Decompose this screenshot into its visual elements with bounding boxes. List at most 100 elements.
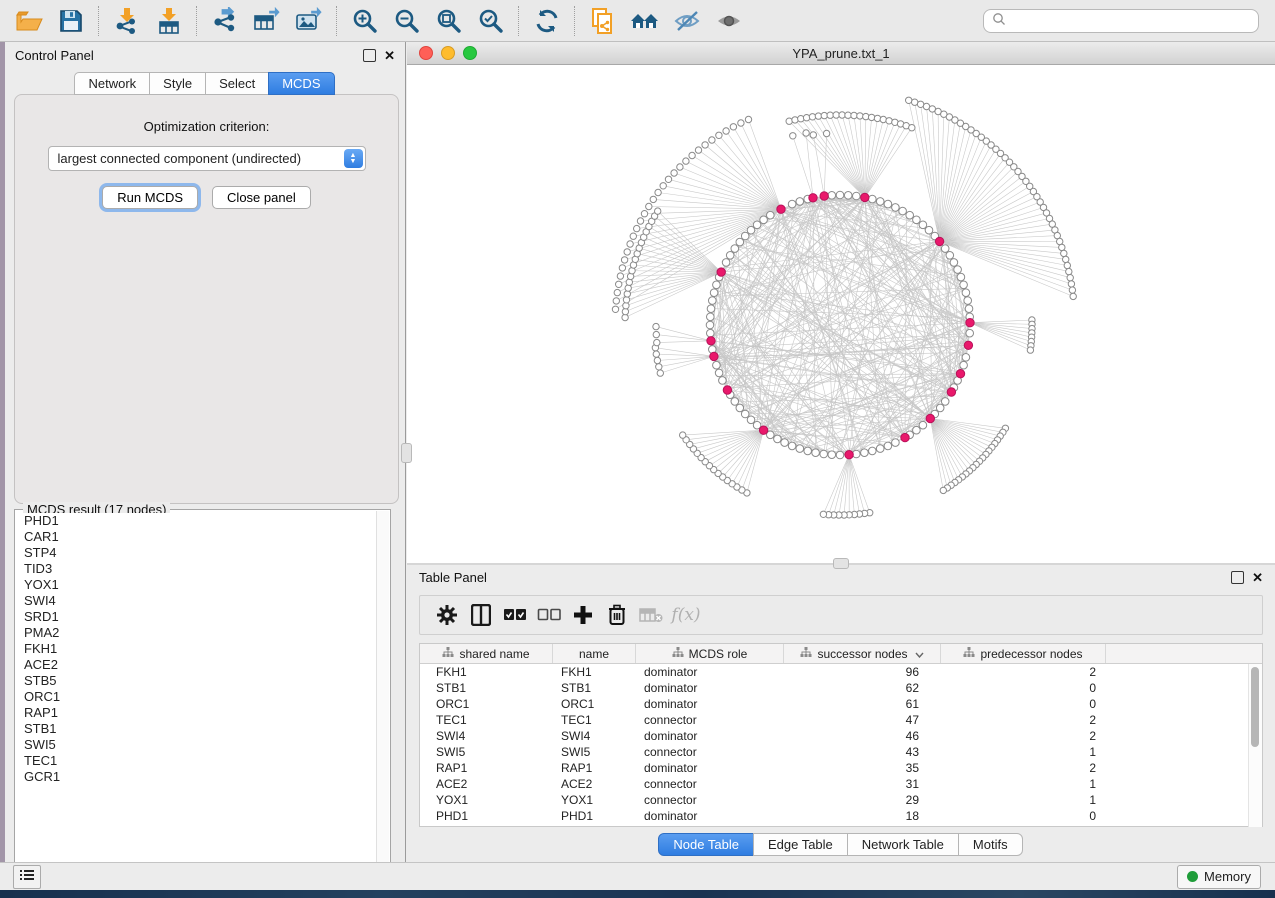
- show-all-icon[interactable]: [712, 6, 746, 36]
- network-graph[interactable]: [407, 65, 1275, 563]
- mcds-result-item[interactable]: SRD1: [16, 609, 377, 625]
- cell-mcds-role[interactable]: dominator: [636, 809, 784, 823]
- cell-successor-nodes[interactable]: 29: [784, 793, 941, 807]
- cell-name[interactable]: TEC1: [553, 713, 636, 727]
- cell-successor-nodes[interactable]: 61: [784, 697, 941, 711]
- cell-successor-nodes[interactable]: 43: [784, 745, 941, 759]
- mcds-result-item[interactable]: SWI5: [16, 737, 377, 753]
- cell-shared-name[interactable]: RAP1: [420, 761, 553, 775]
- cell-predecessor-nodes[interactable]: 0: [941, 681, 1106, 695]
- cell-shared-name[interactable]: SWI4: [420, 729, 553, 743]
- export-image-icon[interactable]: [292, 6, 326, 36]
- table-row[interactable]: RAP1RAP1dominator352: [420, 760, 1262, 776]
- table-row[interactable]: PHD1PHD1dominator180: [420, 808, 1262, 824]
- column-header-shared-name[interactable]: shared name: [420, 644, 553, 663]
- cell-mcds-role[interactable]: dominator: [636, 697, 784, 711]
- cell-mcds-role[interactable]: connector: [636, 777, 784, 791]
- network-satellite-nodes[interactable]: [612, 97, 1076, 518]
- tab-select[interactable]: Select: [205, 72, 269, 95]
- tab-network-table[interactable]: Network Table: [847, 833, 959, 856]
- cell-predecessor-nodes[interactable]: 1: [941, 793, 1106, 807]
- cell-predecessor-nodes[interactable]: 1: [941, 777, 1106, 791]
- import-table-icon[interactable]: [152, 6, 186, 36]
- table-row[interactable]: TEC1TEC1connector472: [420, 712, 1262, 728]
- cell-mcds-role[interactable]: dominator: [636, 729, 784, 743]
- zoom-selected-icon[interactable]: [474, 6, 508, 36]
- cell-predecessor-nodes[interactable]: 0: [941, 809, 1106, 823]
- table-scrollbar[interactable]: [1248, 664, 1262, 827]
- table-row[interactable]: ORC1ORC1dominator610: [420, 696, 1262, 712]
- cell-successor-nodes[interactable]: 62: [784, 681, 941, 695]
- cell-shared-name[interactable]: SWI5: [420, 745, 553, 759]
- cell-mcds-role[interactable]: dominator: [636, 681, 784, 695]
- close-table-panel-icon[interactable]: ✕: [1252, 572, 1263, 583]
- select-all-icon[interactable]: [500, 601, 530, 629]
- cell-name[interactable]: ORC1: [553, 697, 636, 711]
- vertical-splitter-handle[interactable]: [401, 443, 412, 463]
- cell-shared-name[interactable]: FKH1: [420, 665, 553, 679]
- cell-successor-nodes[interactable]: 18: [784, 809, 941, 823]
- mcds-result-item[interactable]: ORC1: [16, 689, 377, 705]
- cell-successor-nodes[interactable]: 46: [784, 729, 941, 743]
- table-row[interactable]: ACE2ACE2connector311: [420, 776, 1262, 792]
- first-neighbors-icon[interactable]: [628, 6, 662, 36]
- horizontal-splitter-handle[interactable]: [833, 558, 849, 569]
- cell-name[interactable]: YOX1: [553, 793, 636, 807]
- mcds-result-item[interactable]: STP4: [16, 545, 377, 561]
- search-input[interactable]: [1012, 13, 1250, 29]
- cell-shared-name[interactable]: ACE2: [420, 777, 553, 791]
- export-table-icon[interactable]: [250, 6, 284, 36]
- cell-shared-name[interactable]: YOX1: [420, 793, 553, 807]
- delete-icon[interactable]: [602, 601, 632, 629]
- mcds-result-item[interactable]: STB5: [16, 673, 377, 689]
- float-panel-icon[interactable]: [363, 49, 376, 62]
- cell-name[interactable]: ACE2: [553, 777, 636, 791]
- cell-shared-name[interactable]: ORC1: [420, 697, 553, 711]
- memory-button[interactable]: Memory: [1177, 865, 1261, 889]
- cell-shared-name[interactable]: PHD1: [420, 809, 553, 823]
- mcds-result-item[interactable]: YOX1: [16, 577, 377, 593]
- mcds-result-item[interactable]: CAR1: [16, 529, 377, 545]
- show-columns-icon[interactable]: [466, 601, 496, 629]
- cell-mcds-role[interactable]: dominator: [636, 665, 784, 679]
- import-network-icon[interactable]: [110, 6, 144, 36]
- cell-predecessor-nodes[interactable]: 1: [941, 745, 1106, 759]
- tab-motifs[interactable]: Motifs: [958, 833, 1023, 856]
- cell-name[interactable]: FKH1: [553, 665, 636, 679]
- cell-predecessor-nodes[interactable]: 2: [941, 713, 1106, 727]
- zoom-out-icon[interactable]: [390, 6, 424, 36]
- cell-mcds-role[interactable]: connector: [636, 793, 784, 807]
- mcds-list-scrollbar[interactable]: [376, 511, 389, 880]
- column-header-MCDS-role[interactable]: MCDS role: [636, 644, 784, 663]
- cell-predecessor-nodes[interactable]: 2: [941, 761, 1106, 775]
- cell-mcds-role[interactable]: connector: [636, 745, 784, 759]
- window-minimize-icon[interactable]: [441, 46, 455, 60]
- mcds-result-list[interactable]: PHD1CAR1STP4TID3YOX1SWI4SRD1PMA2FKH1ACE2…: [16, 513, 377, 880]
- network-canvas[interactable]: [407, 65, 1275, 563]
- column-header-successor-nodes[interactable]: successor nodes: [784, 644, 941, 663]
- cell-shared-name[interactable]: TEC1: [420, 713, 553, 727]
- cell-mcds-role[interactable]: connector: [636, 713, 784, 727]
- deselect-all-icon[interactable]: [534, 601, 564, 629]
- mcds-result-item[interactable]: TEC1: [16, 753, 377, 769]
- table-row[interactable]: SWI5SWI5connector431: [420, 744, 1262, 760]
- mcds-result-item[interactable]: RAP1: [16, 705, 377, 721]
- zoom-fit-icon[interactable]: [432, 6, 466, 36]
- cell-name[interactable]: RAP1: [553, 761, 636, 775]
- cell-successor-nodes[interactable]: 96: [784, 665, 941, 679]
- run-mcds-button[interactable]: Run MCDS: [102, 186, 198, 209]
- mcds-result-item[interactable]: ACE2: [16, 657, 377, 673]
- tab-edge-table[interactable]: Edge Table: [753, 833, 848, 856]
- apply-layout-icon[interactable]: [530, 6, 564, 36]
- cell-successor-nodes[interactable]: 47: [784, 713, 941, 727]
- window-zoom-icon[interactable]: [463, 46, 477, 60]
- close-panel-icon[interactable]: ✕: [384, 50, 395, 61]
- cell-predecessor-nodes[interactable]: 2: [941, 665, 1106, 679]
- cell-shared-name[interactable]: STB1: [420, 681, 553, 695]
- zoom-in-icon[interactable]: [348, 6, 382, 36]
- cell-predecessor-nodes[interactable]: 0: [941, 697, 1106, 711]
- export-network-icon[interactable]: [208, 6, 242, 36]
- table-row[interactable]: STB1STB1dominator620: [420, 680, 1262, 696]
- cell-name[interactable]: SWI4: [553, 729, 636, 743]
- cell-name[interactable]: STB1: [553, 681, 636, 695]
